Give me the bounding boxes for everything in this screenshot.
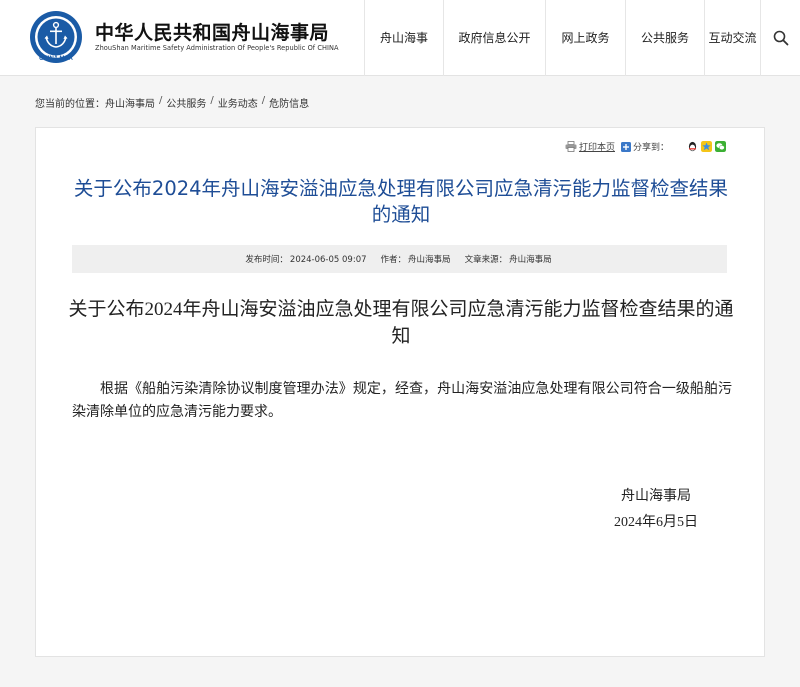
print-label: 打印本页 bbox=[578, 143, 615, 153]
nav-item-gov-info[interactable]: 政府信息公开 bbox=[443, 0, 545, 76]
source-value: 舟山海事局 bbox=[509, 255, 552, 265]
share-label: 分享到： bbox=[632, 143, 669, 153]
print-button[interactable]: 打印本页 bbox=[565, 140, 615, 153]
nav-item-zhoushan-msa[interactable]: 舟山海事 bbox=[364, 0, 443, 76]
nav-item-online-services[interactable]: 网上政务 bbox=[545, 0, 625, 76]
breadcrumb-item-public-services[interactable]: 公共服务 bbox=[166, 95, 206, 110]
body-paragraph: 根据《船舶污染清除协议制度管理办法》规定，经查，舟山海安溢油应急处理有限公司符合… bbox=[72, 382, 732, 420]
breadcrumb-item-hazard-info[interactable]: 危防信息 bbox=[269, 95, 309, 110]
article-meta: 发布时间： 2024-06-05 09:07 作者： 舟山海事局 文章来源： 舟山海事… bbox=[72, 245, 727, 273]
breadcrumb-separator: / bbox=[159, 95, 163, 106]
signature-org: 舟山海事局 bbox=[621, 489, 691, 504]
printer-icon bbox=[565, 141, 577, 152]
article-tools: 打印本页 分享到： bbox=[565, 140, 726, 153]
site-header: CHINA MSA 中华人民共和国舟山海事局 ZhouShan Maritime… bbox=[0, 0, 800, 76]
qq-icon[interactable] bbox=[687, 141, 698, 152]
search-button[interactable] bbox=[760, 0, 800, 76]
main-nav: 舟山海事 政府信息公开 网上政务 公共服务 互动交流 bbox=[364, 0, 760, 76]
article-card: 打印本页 分享到： 关于公布2024年舟山海安溢油应急处理有限公司应急清污能力监… bbox=[35, 127, 765, 657]
plus-icon bbox=[620, 141, 631, 152]
publish-time-value: 2024-06-05 09:07 bbox=[289, 255, 367, 265]
site-title: 中华人民共和国舟山海事局 bbox=[95, 22, 330, 44]
source: 文章来源： 舟山海事局 bbox=[465, 253, 554, 265]
breadcrumb-separator: / bbox=[261, 95, 266, 106]
publish-time-label: 发布时间： bbox=[245, 255, 288, 265]
author-value: 舟山海事局 bbox=[408, 255, 451, 265]
breadcrumb-prefix: 您当前的位置： bbox=[35, 99, 105, 110]
article-title: 关于公布2024年舟山海安溢油应急处理有限公司应急清污能力监督检查结果的通知 bbox=[73, 177, 729, 226]
source-label: 文章来源： bbox=[464, 255, 508, 265]
site-subtitle: ZhouShan Maritime Safety Administration … bbox=[95, 44, 339, 52]
breadcrumb-item-business-news[interactable]: 业务动态 bbox=[218, 95, 258, 110]
breadcrumb-separator: / bbox=[210, 95, 214, 106]
share-icons bbox=[687, 141, 726, 152]
author-label: 作者： bbox=[380, 255, 407, 265]
wechat-icon[interactable] bbox=[715, 141, 726, 152]
breadcrumb-item-msa[interactable]: 舟山海事局 bbox=[105, 95, 155, 110]
nav-item-interaction[interactable]: 互动交流 bbox=[704, 0, 760, 76]
body-heading: 关于公布2024年舟山海安溢油应急处理有限公司应急清污能力监督检查结果的通知 bbox=[68, 299, 734, 347]
author: 作者： 舟山海事局 bbox=[381, 253, 453, 265]
signature-date: 2024年6月5日 bbox=[614, 515, 698, 530]
publish-time: 发布时间： 2024-06-05 09:07 bbox=[245, 253, 368, 265]
share-menu[interactable]: 分享到： bbox=[620, 140, 669, 153]
breadcrumb: 您当前的位置： 舟山海事局 / 公共服务 / 业务动态 / 危防信息 bbox=[35, 95, 309, 110]
search-icon bbox=[773, 30, 788, 46]
nav-item-public-services[interactable]: 公共服务 bbox=[625, 0, 704, 76]
qzone-icon[interactable] bbox=[701, 141, 712, 152]
msa-logo[interactable]: CHINA MSA bbox=[29, 10, 83, 64]
logo-text: CHINA MSA bbox=[39, 56, 73, 62]
